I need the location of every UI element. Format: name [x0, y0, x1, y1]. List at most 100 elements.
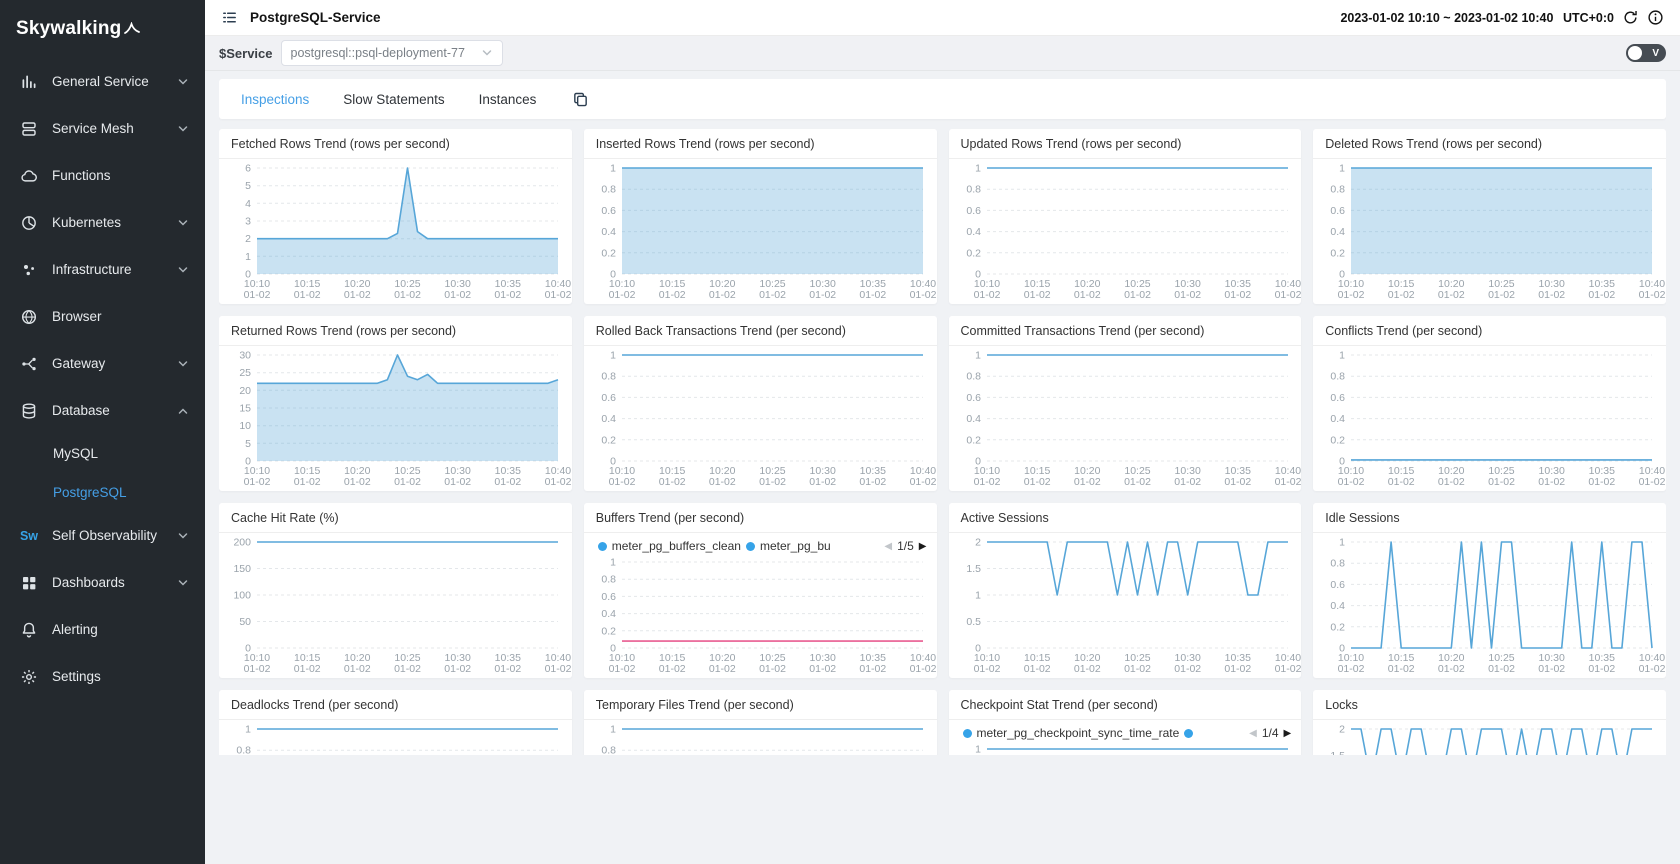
sidebar-item-mysql[interactable]: MySQL	[0, 434, 205, 473]
copy-dashboard-icon[interactable]	[572, 91, 589, 108]
service-select[interactable]: postgresql::psql-deployment-77	[281, 40, 503, 66]
chart-plot[interactable]: 00.20.40.60.8110:1001-0210:1501-0210:200…	[949, 346, 1302, 491]
infra-icon	[20, 261, 38, 279]
svg-text:01-02: 01-02	[244, 663, 271, 675]
chart-title: Locks	[1313, 690, 1666, 720]
sidebar-item-kubernetes[interactable]: Kubernetes	[0, 199, 205, 246]
svg-text:01-02: 01-02	[1174, 663, 1201, 675]
legend-item[interactable]: meter_pg_checkpoint_sync_time_rate	[963, 726, 1180, 740]
svg-text:0.4: 0.4	[601, 226, 616, 238]
legend-item[interactable]: meter_pg_bu	[746, 539, 831, 553]
chart-plot[interactable]: 00.511.5210:1001-0210:1501-0210:2001-021…	[1313, 720, 1666, 755]
chart-title: Temporary Files Trend (per second)	[584, 690, 937, 720]
legend-item[interactable]	[1184, 729, 1193, 738]
svg-text:0.8: 0.8	[601, 184, 616, 196]
chart-legend: meter_pg_checkpoint_sync_time_rate◀1/4▶	[949, 720, 1302, 740]
svg-text:0.4: 0.4	[1331, 413, 1346, 425]
database-icon	[20, 402, 38, 420]
legend-next-icon[interactable]: ▶	[919, 541, 927, 552]
chart-plot[interactable]: 00.20.40.60.8110:1001-0210:1501-0210:200…	[1313, 159, 1666, 304]
svg-text:01-02: 01-02	[1274, 476, 1301, 488]
sidebar-item-service-mesh[interactable]: Service Mesh	[0, 105, 205, 152]
tab-inspections[interactable]: Inspections	[241, 92, 309, 107]
chart-title: Rolled Back Transactions Trend (per seco…	[584, 316, 937, 346]
legend-dot-icon	[1184, 729, 1193, 738]
info-icon[interactable]	[1647, 9, 1664, 26]
sidebar-item-settings[interactable]: Settings	[0, 653, 205, 700]
svg-text:1: 1	[975, 163, 981, 175]
chart-card-updated-rows-trend-rows-per-second: Updated Rows Trend (rows per second)00.2…	[949, 129, 1302, 304]
legend-page-indicator: 1/5	[897, 539, 914, 553]
legend-dot-icon	[963, 729, 972, 738]
time-range-picker[interactable]: 2023-01-02 10:10 ~ 2023-01-02 10:40 UTC+…	[1340, 11, 1614, 25]
chart-plot[interactable]: 00.20.40.60.8110:1001-0210:1501-0210:200…	[584, 553, 937, 678]
sidebar-item-database[interactable]: Database	[0, 387, 205, 434]
sidebar-item-dashboards[interactable]: Dashboards	[0, 559, 205, 606]
chart-card-buffers-trend-per-second: Buffers Trend (per second)meter_pg_buffe…	[584, 503, 937, 678]
svg-text:0.2: 0.2	[601, 247, 616, 259]
svg-text:01-02: 01-02	[1488, 289, 1515, 301]
chart-plot[interactable]: 00.20.40.60.8110:1001-0210:1501-0210:200…	[219, 720, 572, 755]
svg-text:01-02: 01-02	[1488, 663, 1515, 675]
version-toggle[interactable]: V	[1626, 44, 1666, 62]
chart-title: Active Sessions	[949, 503, 1302, 533]
sidebar-item-label: Alerting	[52, 622, 189, 637]
wing-icon	[124, 22, 140, 36]
refresh-icon[interactable]	[1622, 9, 1639, 26]
svg-text:0.8: 0.8	[601, 371, 616, 383]
sidebar-item-functions[interactable]: Functions	[0, 152, 205, 199]
chart-plot[interactable]: 012345610:1001-0210:1501-0210:2001-0210:…	[219, 159, 572, 304]
legend-item[interactable]: meter_pg_buffers_clean	[598, 539, 741, 553]
tab-slow-statements[interactable]: Slow Statements	[343, 92, 444, 107]
svg-text:0.8: 0.8	[1331, 371, 1346, 383]
svg-text:0.8: 0.8	[601, 745, 616, 755]
svg-text:1: 1	[975, 744, 981, 756]
chart-card-deadlocks-trend-per-second: Deadlocks Trend (per second)00.20.40.60.…	[219, 690, 572, 755]
timezone-label: UTC+0:0	[1563, 11, 1614, 25]
tab-instances[interactable]: Instances	[479, 92, 537, 107]
legend-prev-icon[interactable]: ◀	[1249, 728, 1257, 739]
svg-text:2: 2	[245, 233, 251, 245]
sidebar-item-self-observability[interactable]: SwSelf Observability	[0, 512, 205, 559]
chart-plot[interactable]: 00.511.5210:1001-0210:1501-0210:2001-021…	[949, 533, 1302, 678]
sidebar-item-alerting[interactable]: Alerting	[0, 606, 205, 653]
svg-text:01-02: 01-02	[759, 289, 786, 301]
svg-text:50: 50	[239, 616, 251, 628]
sidebar-item-gateway[interactable]: Gateway	[0, 340, 205, 387]
svg-text:01-02: 01-02	[1124, 663, 1151, 675]
sidebar-item-browser[interactable]: Browser	[0, 293, 205, 340]
svg-text:01-02: 01-02	[1023, 476, 1050, 488]
sidebar-item-postgresql[interactable]: PostgreSQL	[0, 473, 205, 512]
svg-text:01-02: 01-02	[973, 476, 1000, 488]
svg-text:01-02: 01-02	[608, 663, 635, 675]
chart-plot[interactable]: 00.20.40.60.8110:1001-0210:1501-0210:200…	[1313, 533, 1666, 678]
chart-plot[interactable]: 00.20.40.60.8110:1001-0210:1501-0210:200…	[1313, 346, 1666, 491]
sidebar-item-infrastructure[interactable]: Infrastructure	[0, 246, 205, 293]
svg-text:1.5: 1.5	[966, 563, 981, 575]
chart-card-fetched-rows-trend-rows-per-second: Fetched Rows Trend (rows per second)0123…	[219, 129, 572, 304]
svg-text:01-02: 01-02	[659, 663, 686, 675]
svg-text:01-02: 01-02	[709, 663, 736, 675]
chart-plot[interactable]: 05010015020010:1001-0210:1501-0210:2001-…	[219, 533, 572, 678]
chart-plot[interactable]: 00.20.40.60.8110:1001-0210:1501-0210:200…	[584, 159, 937, 304]
sidebar-item-general-service[interactable]: General Service	[0, 58, 205, 105]
svg-text:01-02: 01-02	[1438, 663, 1465, 675]
legend-next-icon[interactable]: ▶	[1284, 728, 1292, 739]
legend-prev-icon[interactable]: ◀	[884, 541, 892, 552]
chart-title: Idle Sessions	[1313, 503, 1666, 533]
dashboard-list-icon[interactable]	[221, 9, 238, 26]
chart-plot[interactable]: 05101520253010:1001-0210:1501-0210:2001-…	[219, 346, 572, 491]
svg-text:01-02: 01-02	[1589, 663, 1616, 675]
chart-plot[interactable]: 00.20.40.60.8110:1001-0210:1501-0210:200…	[949, 159, 1302, 304]
svg-text:01-02: 01-02	[344, 476, 371, 488]
svg-text:01-02: 01-02	[394, 663, 421, 675]
svg-text:0.4: 0.4	[1331, 600, 1346, 612]
chart-plot[interactable]: 00.20.40.60.8110:1001-0210:1501-0210:200…	[584, 346, 937, 491]
legend-dot-icon	[746, 542, 755, 551]
chart-plot[interactable]: 00.20.40.60.8110:1001-0210:1501-0210:200…	[584, 720, 937, 755]
svg-text:10: 10	[239, 420, 251, 432]
svg-text:01-02: 01-02	[1539, 289, 1566, 301]
svg-text:01-02: 01-02	[1274, 663, 1301, 675]
svg-text:1: 1	[975, 590, 981, 602]
chart-plot[interactable]: 00.20.40.60.8110:1001-0210:1501-0210:200…	[949, 740, 1302, 755]
